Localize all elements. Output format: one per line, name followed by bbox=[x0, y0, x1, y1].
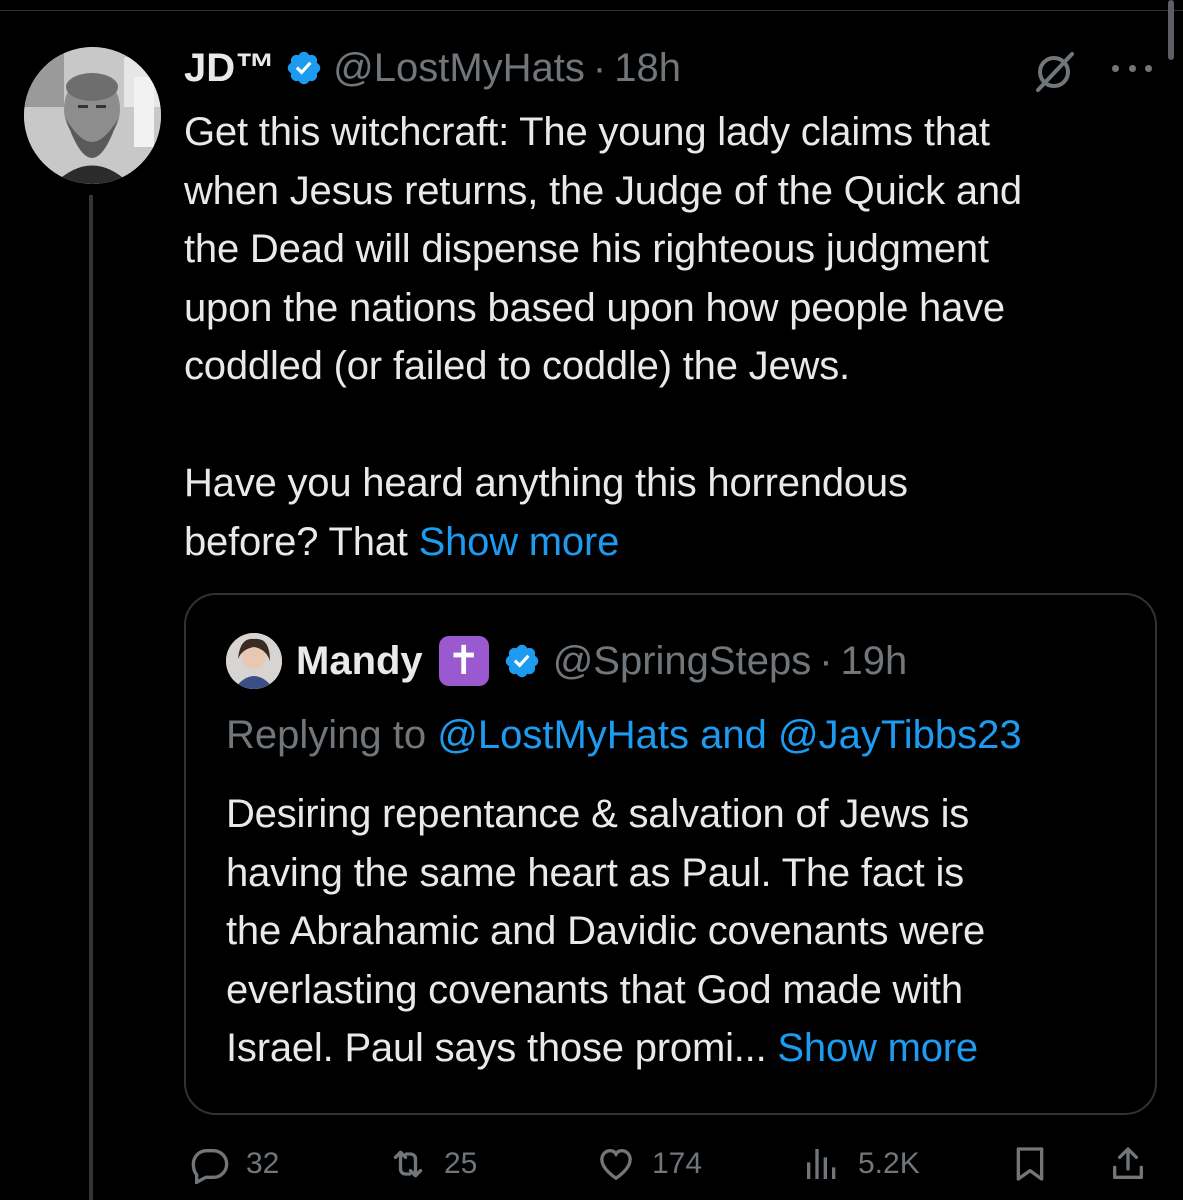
replying-to-links[interactable]: @LostMyHats and @JayTibbs23 bbox=[437, 713, 1021, 757]
share-button[interactable] bbox=[1108, 1138, 1164, 1190]
share-icon bbox=[1113, 1147, 1143, 1179]
quote-line: having the same heart as Paul. The fact … bbox=[226, 850, 964, 895]
separator-dot: · bbox=[592, 45, 607, 90]
quote-line: the Abrahamic and Davidic covenants were bbox=[226, 909, 986, 953]
separator-dot: · bbox=[819, 638, 833, 683]
author-name[interactable]: JD™ bbox=[184, 46, 275, 91]
verified-badge-icon bbox=[287, 51, 321, 85]
quote-author-handle[interactable]: @SpringSteps bbox=[553, 639, 812, 684]
quote-line: Desiring repentance & salvation of Jews … bbox=[226, 792, 970, 836]
reply-count: 32 bbox=[246, 1147, 280, 1180]
quote-time: 19h bbox=[840, 638, 908, 683]
grok-icon[interactable] bbox=[1030, 48, 1078, 96]
tweet-line: Have you heard anything this horrendous bbox=[184, 461, 908, 505]
latin-cross-emoji: ✝ bbox=[438, 636, 489, 686]
quote-header: Mandy ✝ @SpringSteps · 19h bbox=[226, 633, 907, 689]
more-options-icon[interactable] bbox=[1112, 58, 1152, 78]
thread-line bbox=[89, 195, 93, 1200]
tweet-line: coddled (or failed to coddle) the Jews. bbox=[184, 344, 850, 388]
quote-text: Desiring repentance & salvation of Jews … bbox=[226, 785, 1126, 1078]
scrollbar[interactable] bbox=[1168, 0, 1174, 60]
quote-line-text: Israel. Paul says those promi... bbox=[226, 1026, 767, 1070]
author-avatar-image bbox=[24, 47, 161, 184]
quote-avatar[interactable] bbox=[226, 633, 282, 689]
views-icon bbox=[807, 1149, 836, 1179]
repost-count: 25 bbox=[444, 1147, 478, 1180]
tweet-line: when Jesus returns, the Judge of the Qui… bbox=[184, 168, 1022, 213]
quote-line: everlasting covenants that God made with bbox=[226, 967, 963, 1012]
tweet-line-text: before? That bbox=[184, 519, 408, 564]
tweet-line: Get this witchcraft: The young lady clai… bbox=[184, 110, 990, 154]
tweet-line-last: before? That Show more bbox=[184, 513, 1154, 572]
action-bar: 32 25 174 5.2K bbox=[184, 1138, 1154, 1190]
replying-to: Replying to @LostMyHats and @JayTibbs23 bbox=[226, 713, 1022, 758]
quoted-tweet[interactable]: Mandy ✝ @SpringSteps · 19h Replying to @… bbox=[184, 593, 1157, 1115]
repost-button[interactable]: 25 bbox=[388, 1138, 477, 1190]
author-handle[interactable]: @LostMyHats bbox=[333, 46, 585, 91]
reply-button[interactable]: 32 bbox=[190, 1138, 279, 1190]
like-count: 174 bbox=[652, 1147, 703, 1180]
show-more-link[interactable]: Show more bbox=[419, 520, 620, 564]
views-count: 5.2K bbox=[858, 1147, 920, 1180]
top-divider bbox=[0, 10, 1183, 11]
bookmark-button[interactable] bbox=[1010, 1138, 1066, 1190]
tweet-header: JD™ @LostMyHats · 18h bbox=[184, 40, 681, 96]
like-button[interactable]: 174 bbox=[596, 1138, 702, 1190]
bookmark-icon bbox=[1016, 1147, 1044, 1181]
verified-badge-icon bbox=[505, 644, 538, 678]
replying-prefix: Replying to bbox=[226, 713, 427, 757]
reply-icon bbox=[191, 1149, 229, 1184]
tweet-line: the Dead will dispense his righteous jud… bbox=[184, 227, 989, 271]
heart-icon bbox=[600, 1148, 632, 1181]
quote-line-last: Israel. Paul says those promi... Show mo… bbox=[226, 1019, 1126, 1078]
author-avatar[interactable] bbox=[24, 47, 161, 184]
quote-show-more-link[interactable]: Show more bbox=[777, 1026, 978, 1070]
quote-avatar-image bbox=[226, 633, 282, 689]
quote-author-name[interactable]: Mandy bbox=[296, 639, 423, 684]
tweet-text: Get this witchcraft: The young lady clai… bbox=[184, 103, 1154, 571]
views-button[interactable]: 5.2K bbox=[802, 1138, 920, 1190]
tweet-line: upon the nations based upon how people h… bbox=[184, 285, 1005, 330]
repost-icon bbox=[393, 1150, 423, 1178]
tweet-time[interactable]: 18h bbox=[614, 46, 681, 91]
